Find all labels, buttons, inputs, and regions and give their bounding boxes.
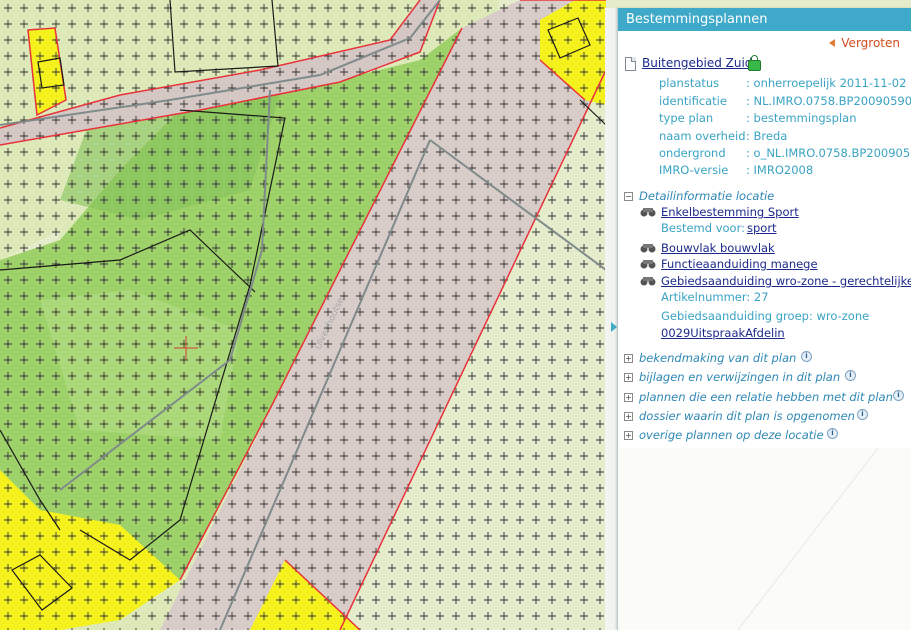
lock-icon <box>748 55 761 71</box>
artikelnummer-text: Artikelnummer: 27 <box>661 290 769 304</box>
detail-section-title[interactable]: Detailinformatie locatie <box>639 189 774 203</box>
property-key: type plan <box>659 111 714 125</box>
section-relatie[interactable]: plannen die een relatie hebben met dit p… <box>639 390 893 404</box>
property-key: identificatie <box>659 94 727 108</box>
section-bekendmaking[interactable]: bekendmaking van dit plan <box>639 351 796 365</box>
panel-scrollbar[interactable] <box>907 31 911 630</box>
bestemd-voor-label: Bestemd voor: <box>661 221 745 235</box>
property-value: : Breda <box>746 129 788 143</box>
property-value: : bestemmingsplan <box>746 111 857 125</box>
property-value: : NL.IMRO.0758.BP20090590 <box>746 94 911 108</box>
detail-link-sport[interactable]: Enkelbestemming Sport <box>661 205 799 219</box>
expand-toggle[interactable]: + <box>624 354 633 363</box>
info-icon[interactable]: i <box>857 409 868 420</box>
arrow-left-icon <box>829 39 836 47</box>
plan-title-link[interactable]: Buitengebied Zuid <box>642 56 752 70</box>
plans-panel: Bestemmingsplannen Vergroten Buitengebie… <box>617 8 911 630</box>
uitspraak-link[interactable]: 0029UitspraakAfdelin <box>661 326 785 340</box>
detail-link-wro-zone[interactable]: Gebiedsaanduiding wro-zone - gerechtelij… <box>661 274 911 288</box>
info-icon[interactable]: i <box>827 428 838 439</box>
property-row: naam overheid: Breda <box>659 129 787 143</box>
expand-toggle[interactable]: + <box>624 412 633 421</box>
document-icon <box>625 57 636 71</box>
detail-link-manege[interactable]: Functieaanduiding manege <box>661 257 818 271</box>
expand-toggle[interactable]: + <box>624 373 633 382</box>
property-row: IMRO-versie : IMRO2008 <box>659 163 813 177</box>
section-bijlagen[interactable]: bijlagen en verwijzingen in dit plan <box>639 370 840 384</box>
info-icon[interactable]: i <box>845 370 856 381</box>
binoculars-icon <box>640 208 656 217</box>
binoculars-icon <box>640 277 656 286</box>
bestemd-voor-link[interactable]: sport <box>747 221 777 235</box>
panel-title: Bestemmingsplannen <box>618 8 911 31</box>
property-row: ondergrond : o_NL.IMRO.0758.BP200905 <box>659 146 910 160</box>
property-row: identificatie : NL.IMRO.0758.BP20090590 <box>659 94 911 108</box>
binoculars-icon <box>640 244 656 253</box>
enlarge-button[interactable]: Vergroten <box>829 36 900 50</box>
info-icon[interactable]: i <box>801 351 812 362</box>
property-row: type plan : bestemmingsplan <box>659 111 857 125</box>
property-value: : IMRO2008 <box>746 163 814 177</box>
property-key: ondergrond <box>659 146 726 160</box>
crosshatch-overlay <box>0 0 611 630</box>
binoculars-icon <box>640 260 656 269</box>
detail-link-bouwvlak[interactable]: Bouwvlak bouwvlak <box>661 241 775 255</box>
property-value: : o_NL.IMRO.0758.BP200905 <box>746 146 911 160</box>
property-key: planstatus <box>659 76 720 90</box>
enlarge-label: Vergroten <box>841 36 900 50</box>
section-dossier[interactable]: dossier waarin dit plan is opgenomen <box>639 409 855 423</box>
collapse-toggle[interactable]: − <box>624 192 633 201</box>
expand-toggle[interactable]: + <box>624 393 633 402</box>
property-value: : onherroepelijk 2011-11-02 <box>746 76 907 90</box>
expand-toggle[interactable]: + <box>624 431 633 440</box>
property-row: planstatus : onherroepelijk 2011-11-02 <box>659 76 906 90</box>
panel-gutter <box>605 8 617 630</box>
section-overige[interactable]: overige plannen op deze locatie <box>639 428 824 442</box>
property-key: naam overheid <box>659 129 746 143</box>
info-icon[interactable]: i <box>893 390 904 401</box>
panel-background-map <box>618 448 911 630</box>
gebiedsaanduiding-groep-text: Gebiedsaanduiding groep: wro-zone <box>661 309 870 323</box>
property-key: IMRO-versie <box>659 163 729 177</box>
